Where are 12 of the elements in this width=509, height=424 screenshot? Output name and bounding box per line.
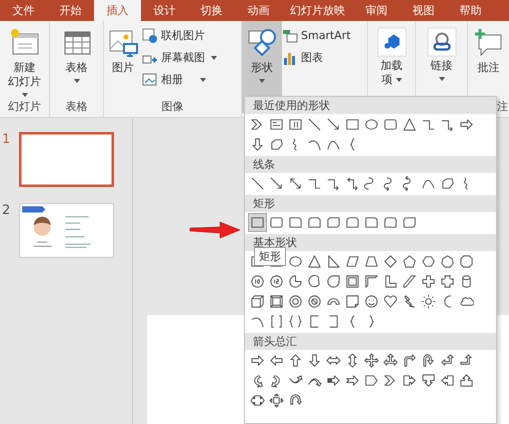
slide-number: 1 (2, 132, 12, 149)
section-header: 基本形状 (245, 234, 496, 251)
section-header: 线条 (245, 156, 496, 173)
group-label: 注 (497, 99, 508, 114)
group-label: 幻灯片 (8, 99, 41, 114)
section-header: 箭头总汇 (245, 333, 496, 350)
section-header: 矩形 (245, 195, 496, 212)
section-header: 最近使用的形状 (245, 97, 496, 114)
group-label: 表格 (66, 99, 88, 114)
group-label: 图像 (162, 99, 184, 114)
tooltip: 矩形 (254, 247, 286, 266)
slide-number: 2 (2, 203, 12, 220)
